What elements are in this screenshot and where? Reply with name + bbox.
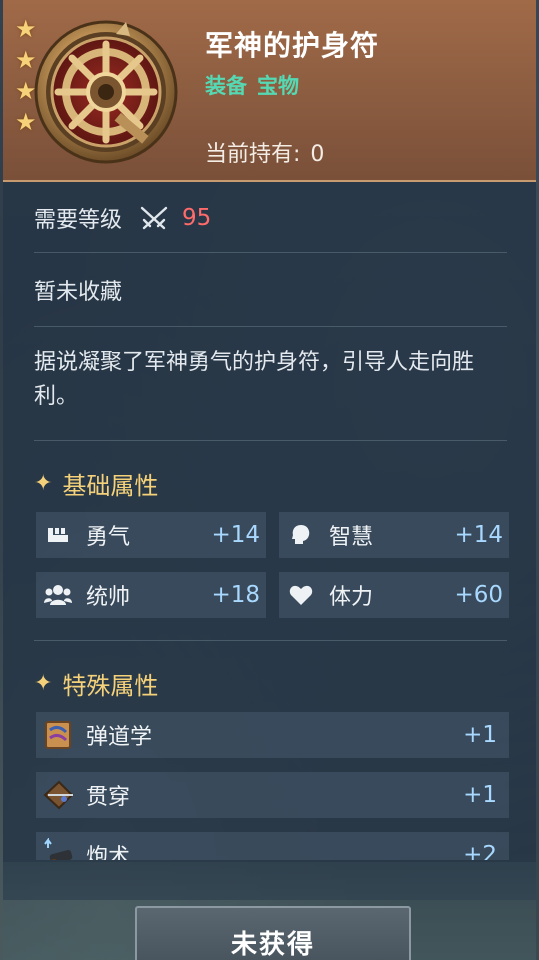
item-type-tags: 装备 宝物 [205,70,309,100]
stat-value: +18 [211,582,260,608]
stat-courage[interactable]: 勇气 +14 [36,512,266,558]
divider [34,440,507,441]
stat-label: 统帅 [86,585,131,610]
stat-value: +14 [211,522,260,548]
section-title-text: 特殊属性 [62,672,159,700]
stat-label: 勇气 [86,525,131,550]
stat-label: 智慧 [329,525,374,550]
divider [34,640,507,641]
stat-value: +14 [454,522,503,548]
item-type-tag: 宝物 [257,74,299,98]
skill-row-artillery[interactable]: 炮术 +2 [36,832,509,860]
skill-label: 贯穿 [86,785,131,810]
skill-value: +1 [463,782,497,808]
divider [34,252,507,253]
ballistics-book-icon [45,721,71,749]
group-icon [44,583,72,607]
owned-label: 当前持有: [205,142,301,167]
stat-label: 体力 [329,585,374,610]
item-type-tag: 装备 [205,74,247,98]
cannon-icon [44,838,73,860]
sparkle-icon: ✦ [34,671,53,696]
stat-wisdom[interactable]: 智慧 +14 [279,512,509,558]
head-icon [287,523,315,547]
skill-value: +2 [463,842,497,860]
section-title-text: 基础属性 [62,472,159,500]
item-description: 据说凝聚了军神勇气的护身符，引导人走向胜利。 [34,350,475,409]
crossed-swords-icon [140,206,168,230]
special-attributes-title: ✦ 特殊属性 [34,666,158,701]
sparkle-icon: ✦ [34,471,53,496]
stat-command[interactable]: 统帅 +18 [36,572,266,618]
skill-label: 炮术 [86,845,131,860]
not-obtained-button[interactable]: 未获得 [135,906,411,960]
required-level-row: 需要等级 95 [34,202,211,234]
collection-status: 暂未收藏 [34,280,123,305]
required-level-value: 95 [182,205,212,231]
owned-value: 0 [310,142,325,167]
divider [34,326,507,327]
heart-icon [287,583,315,607]
skill-row-pierce[interactable]: 贯穿 +1 [36,772,509,818]
basic-attributes-title: ✦ 基础属性 [34,466,158,501]
crossbow-icon [43,780,74,810]
stat-stamina[interactable]: 体力 +60 [279,572,509,618]
item-name: 军神的护身符 [205,29,380,62]
skill-label: 弹道学 [86,725,153,750]
fist-icon [44,523,72,547]
skill-row-ballistics[interactable]: 弹道学 +1 [36,712,509,758]
owned-count: 当前持有: 0 [205,136,324,168]
amulet-medal-icon[interactable] [30,14,182,166]
stat-value: +60 [454,582,503,608]
skill-value: +1 [463,722,497,748]
required-level-label: 需要等级 [34,208,123,233]
special-skills-list[interactable]: 弹道学 +1 贯穿 +1 炮术 +2 [0,700,539,860]
